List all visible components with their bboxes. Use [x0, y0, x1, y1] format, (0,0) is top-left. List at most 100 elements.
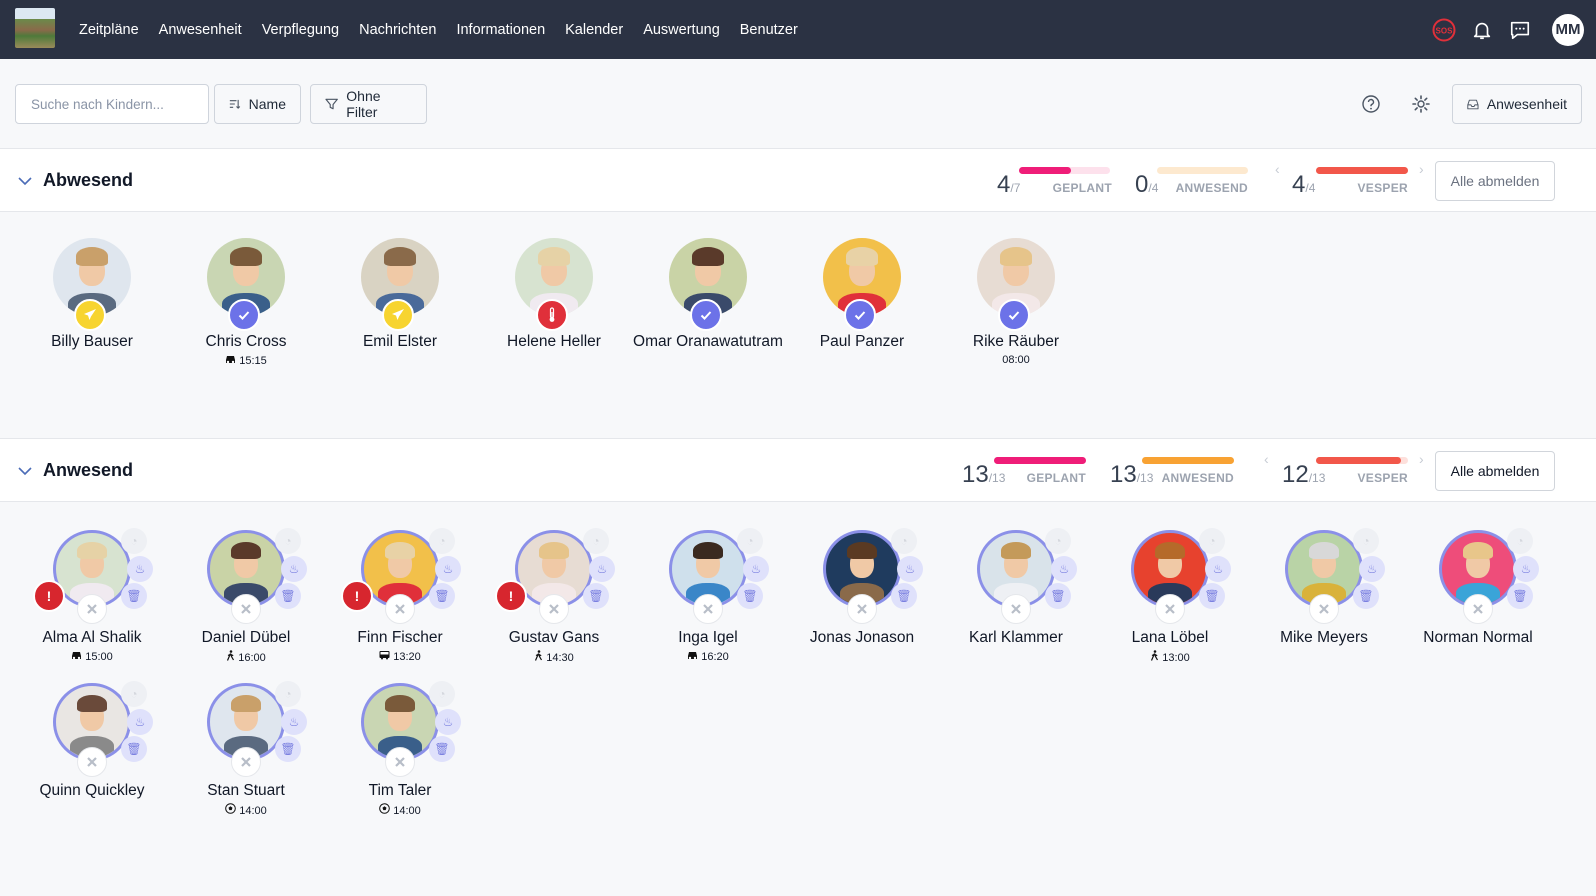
child-card[interactable]: ◔ ♨ 🗑 Inga Igel 16:20: [631, 528, 785, 675]
meal-breakfast-toggle[interactable]: ◔: [121, 528, 147, 554]
attendance-button[interactable]: Anwesenheit: [1452, 84, 1582, 124]
child-card[interactable]: ◔ ♨ 🗑 Mike Meyers: [1247, 528, 1401, 675]
filter-button[interactable]: Ohne Filter: [310, 84, 427, 124]
child-card[interactable]: ◔ ♨ 🗑! Gustav Gans 14:30: [477, 528, 631, 675]
check-out-button[interactable]: [77, 594, 107, 624]
check-out-button[interactable]: [1001, 594, 1031, 624]
child-card[interactable]: ◔ ♨ 🗑 Tim Taler 14:00: [323, 681, 477, 828]
alert-badge[interactable]: !: [495, 580, 527, 612]
meal-breakfast-toggle[interactable]: ◔: [121, 681, 147, 707]
meal-snack-toggle[interactable]: 🗑: [121, 736, 147, 762]
nav-item-informationen[interactable]: Informationen: [456, 22, 545, 38]
meal-lunch-toggle[interactable]: ♨: [435, 709, 461, 735]
meal-snack-toggle[interactable]: 🗑: [737, 583, 763, 609]
child-card[interactable]: ◔ ♨ 🗑 Stan Stuart 14:00: [169, 681, 323, 828]
help-button[interactable]: [1360, 93, 1382, 115]
stat-prev-arrow[interactable]: ‹: [1264, 451, 1269, 467]
status-vacation-badge[interactable]: [382, 299, 414, 331]
meal-lunch-toggle[interactable]: ♨: [897, 556, 923, 582]
search-input[interactable]: [15, 84, 209, 124]
meal-breakfast-toggle[interactable]: ◔: [1353, 528, 1379, 554]
meal-lunch-toggle[interactable]: ♨: [1359, 556, 1385, 582]
status-present-badge[interactable]: [844, 299, 876, 331]
nav-item-benutzer[interactable]: Benutzer: [740, 22, 798, 38]
meal-breakfast-toggle[interactable]: ◔: [275, 528, 301, 554]
meal-breakfast-toggle[interactable]: ◔: [1199, 528, 1225, 554]
alle-abmelden-button[interactable]: Alle abmelden: [1435, 451, 1555, 491]
check-out-button[interactable]: [385, 747, 415, 777]
meal-lunch-toggle[interactable]: ♨: [1205, 556, 1231, 582]
alert-badge[interactable]: !: [341, 580, 373, 612]
nav-item-zeitplaene[interactable]: Zeitpläne: [79, 22, 139, 38]
meal-breakfast-toggle[interactable]: ◔: [737, 528, 763, 554]
status-present-badge[interactable]: [998, 299, 1030, 331]
child-card[interactable]: Helene Heller: [477, 238, 631, 388]
meal-breakfast-toggle[interactable]: ◔: [1045, 528, 1071, 554]
child-card[interactable]: ◔ ♨ 🗑 Lana Löbel 13:00: [1093, 528, 1247, 675]
notifications-button[interactable]: [1470, 18, 1494, 42]
child-card[interactable]: Billy Bauser: [15, 238, 169, 388]
meal-snack-toggle[interactable]: 🗑: [1507, 583, 1533, 609]
meal-lunch-toggle[interactable]: ♨: [743, 556, 769, 582]
meal-snack-toggle[interactable]: 🗑: [891, 583, 917, 609]
nav-item-anwesenheit[interactable]: Anwesenheit: [159, 22, 242, 38]
child-card[interactable]: Chris Cross 15:15: [169, 238, 323, 388]
meal-breakfast-toggle[interactable]: ◔: [583, 528, 609, 554]
sos-button[interactable]: SOS: [1432, 18, 1456, 42]
check-out-button[interactable]: [231, 747, 261, 777]
meal-snack-toggle[interactable]: 🗑: [583, 583, 609, 609]
status-sick-badge[interactable]: [536, 299, 568, 331]
meal-lunch-toggle[interactable]: ♨: [127, 556, 153, 582]
meal-lunch-toggle[interactable]: ♨: [435, 556, 461, 582]
messages-button[interactable]: [1508, 18, 1532, 42]
child-card[interactable]: ◔ ♨ 🗑 Karl Klammer: [939, 528, 1093, 675]
meal-lunch-toggle[interactable]: ♨: [1513, 556, 1539, 582]
meal-snack-toggle[interactable]: 🗑: [429, 583, 455, 609]
meal-lunch-toggle[interactable]: ♨: [281, 556, 307, 582]
status-present-badge[interactable]: [228, 299, 260, 331]
child-card[interactable]: Omar Oranawatutram: [631, 238, 785, 388]
nav-item-nachrichten[interactable]: Nachrichten: [359, 22, 436, 38]
child-card[interactable]: Rike Räuber 08:00: [939, 238, 1093, 388]
meal-breakfast-toggle[interactable]: ◔: [429, 528, 455, 554]
child-card[interactable]: Emil Elster: [323, 238, 477, 388]
stat-next-arrow[interactable]: ›: [1419, 161, 1424, 177]
meal-lunch-toggle[interactable]: ♨: [589, 556, 615, 582]
collapse-chevron-icon[interactable]: [17, 463, 33, 479]
check-out-button[interactable]: [693, 594, 723, 624]
child-card[interactable]: Paul Panzer: [785, 238, 939, 388]
stat-next-arrow[interactable]: ›: [1419, 451, 1424, 467]
status-vacation-badge[interactable]: [74, 299, 106, 331]
child-card[interactable]: ◔ ♨ 🗑 Quinn Quickley: [15, 681, 169, 828]
meal-lunch-toggle[interactable]: ♨: [1051, 556, 1077, 582]
child-card[interactable]: ◔ ♨ 🗑 Norman Normal: [1401, 528, 1555, 675]
meal-breakfast-toggle[interactable]: ◔: [1507, 528, 1533, 554]
check-out-button[interactable]: [385, 594, 415, 624]
nav-item-verpflegung[interactable]: Verpflegung: [262, 22, 339, 38]
meal-snack-toggle[interactable]: 🗑: [1353, 583, 1379, 609]
check-out-button[interactable]: [1463, 594, 1493, 624]
child-card[interactable]: ◔ ♨ 🗑! Finn Fischer 13:20: [323, 528, 477, 675]
check-out-button[interactable]: [231, 594, 261, 624]
status-present-badge[interactable]: [690, 299, 722, 331]
nav-item-auswertung[interactable]: Auswertung: [643, 22, 720, 38]
meal-snack-toggle[interactable]: 🗑: [121, 583, 147, 609]
stat-prev-arrow[interactable]: ‹: [1275, 161, 1280, 177]
meal-snack-toggle[interactable]: 🗑: [1045, 583, 1071, 609]
app-logo[interactable]: [15, 8, 55, 48]
alle-abmelden-button[interactable]: Alle abmelden: [1435, 161, 1555, 201]
alert-badge[interactable]: !: [33, 580, 65, 612]
check-out-button[interactable]: [847, 594, 877, 624]
sort-button[interactable]: Name: [214, 84, 301, 124]
check-out-button[interactable]: [1309, 594, 1339, 624]
child-card[interactable]: ◔ ♨ 🗑 Daniel Dübel 16:00: [169, 528, 323, 675]
child-card[interactable]: ◔ ♨ 🗑! Alma Al Shalik 15:00: [15, 528, 169, 675]
collapse-chevron-icon[interactable]: [17, 173, 33, 189]
meal-lunch-toggle[interactable]: ♨: [127, 709, 153, 735]
meal-snack-toggle[interactable]: 🗑: [1199, 583, 1225, 609]
meal-breakfast-toggle[interactable]: ◔: [275, 681, 301, 707]
user-avatar[interactable]: MM: [1552, 13, 1584, 46]
child-card[interactable]: ◔ ♨ 🗑 Jonas Jonason: [785, 528, 939, 675]
nav-item-kalender[interactable]: Kalender: [565, 22, 623, 38]
meal-snack-toggle[interactable]: 🗑: [275, 583, 301, 609]
